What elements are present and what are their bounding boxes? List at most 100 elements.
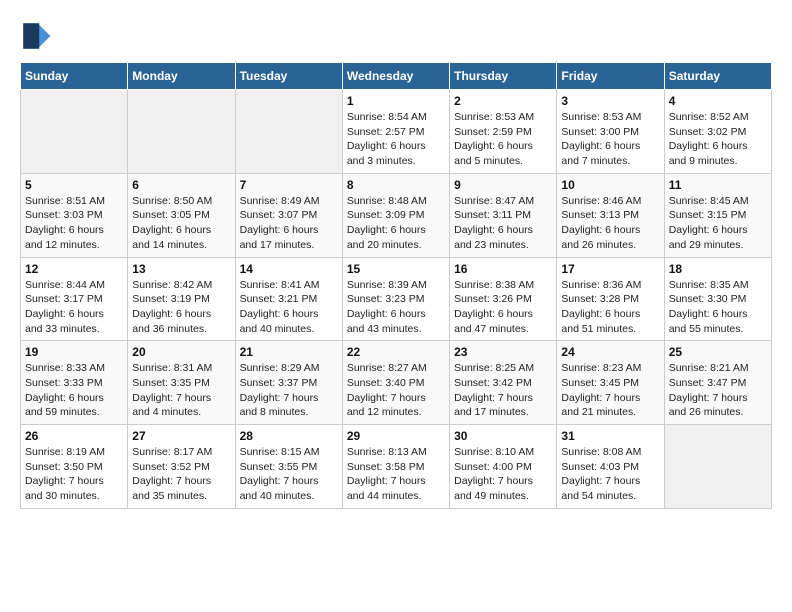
day-cell: 10 Sunrise: 8:46 AM Sunset: 3:13 PM Dayli… (557, 173, 664, 257)
week-row-1: 1Sunrise: 8:54 AM Sunset: 2:57 PM Daylig… (21, 90, 772, 174)
day-info: Sunrise: 8:17 AM Sunset: 3:52 PM Dayligh… (132, 445, 230, 504)
day-cell: 26 Sunrise: 8:19 AM Sunset: 3:50 PM Dayli… (21, 425, 128, 509)
day-cell: 7Sunrise: 8:49 AM Sunset: 3:07 PM Daylig… (235, 173, 342, 257)
day-info: Sunrise: 8:46 AM Sunset: 3:13 PM Dayligh… (561, 194, 659, 253)
day-info: Sunrise: 8:49 AM Sunset: 3:07 PM Dayligh… (240, 194, 338, 253)
day-number: 4 (669, 94, 767, 108)
day-info: Sunrise: 8:47 AM Sunset: 3:11 PM Dayligh… (454, 194, 552, 253)
day-number: 15 (347, 262, 445, 276)
day-info: Sunrise: 8:19 AM Sunset: 3:50 PM Dayligh… (25, 445, 123, 504)
day-number: 18 (669, 262, 767, 276)
day-info: Sunrise: 8:42 AM Sunset: 3:19 PM Dayligh… (132, 278, 230, 337)
day-cell: 28Sunrise: 8:15 AM Sunset: 3:55 PM Dayli… (235, 425, 342, 509)
day-cell: 29Sunrise: 8:13 AM Sunset: 3:58 PM Dayli… (342, 425, 449, 509)
day-number: 17 (561, 262, 659, 276)
day-number: 19 (25, 345, 123, 359)
day-cell (664, 425, 771, 509)
day-info: Sunrise: 8:35 AM Sunset: 3:30 PM Dayligh… (669, 278, 767, 337)
day-number: 3 (561, 94, 659, 108)
logo-icon (20, 20, 52, 52)
day-info: Sunrise: 8:44 AM Sunset: 3:17 PM Dayligh… (25, 278, 123, 337)
day-number: 25 (669, 345, 767, 359)
day-cell: 16Sunrise: 8:38 AM Sunset: 3:26 PM Dayli… (450, 257, 557, 341)
day-cell: 2 Sunrise: 8:53 AM Sunset: 2:59 PM Daylig… (450, 90, 557, 174)
week-row-4: 19 Sunrise: 8:33 AM Sunset: 3:33 PM Dayli… (21, 341, 772, 425)
day-cell: 20 Sunrise: 8:31 AM Sunset: 3:35 PM Dayli… (128, 341, 235, 425)
day-number: 11 (669, 178, 767, 192)
day-cell: 14Sunrise: 8:41 AM Sunset: 3:21 PM Dayli… (235, 257, 342, 341)
day-number: 21 (240, 345, 338, 359)
day-info: Sunrise: 8:52 AM Sunset: 3:02 PM Dayligh… (669, 110, 767, 169)
day-info: Sunrise: 8:21 AM Sunset: 3:47 PM Dayligh… (669, 361, 767, 420)
day-info: Sunrise: 8:54 AM Sunset: 2:57 PM Dayligh… (347, 110, 445, 169)
day-cell: 6 Sunrise: 8:50 AM Sunset: 3:05 PM Daylig… (128, 173, 235, 257)
day-info: Sunrise: 8:29 AM Sunset: 3:37 PM Dayligh… (240, 361, 338, 420)
day-number: 20 (132, 345, 230, 359)
day-info: Sunrise: 8:31 AM Sunset: 3:35 PM Dayligh… (132, 361, 230, 420)
day-number: 26 (25, 429, 123, 443)
day-info: Sunrise: 8:41 AM Sunset: 3:21 PM Dayligh… (240, 278, 338, 337)
day-cell: 1Sunrise: 8:54 AM Sunset: 2:57 PM Daylig… (342, 90, 449, 174)
weekday-header-friday: Friday (557, 63, 664, 90)
day-info: Sunrise: 8:51 AM Sunset: 3:03 PM Dayligh… (25, 194, 123, 253)
day-info: Sunrise: 8:23 AM Sunset: 3:45 PM Dayligh… (561, 361, 659, 420)
weekday-header-saturday: Saturday (664, 63, 771, 90)
day-number: 6 (132, 178, 230, 192)
week-row-5: 26 Sunrise: 8:19 AM Sunset: 3:50 PM Dayli… (21, 425, 772, 509)
weekday-header-tuesday: Tuesday (235, 63, 342, 90)
day-cell: 31 Sunrise: 8:08 AM Sunset: 4:03 PM Dayli… (557, 425, 664, 509)
day-cell: 18 Sunrise: 8:35 AM Sunset: 3:30 PM Dayli… (664, 257, 771, 341)
day-cell: 23 Sunrise: 8:25 AM Sunset: 3:42 PM Dayli… (450, 341, 557, 425)
day-number: 5 (25, 178, 123, 192)
day-info: Sunrise: 8:08 AM Sunset: 4:03 PM Dayligh… (561, 445, 659, 504)
week-row-2: 5 Sunrise: 8:51 AM Sunset: 3:03 PM Daylig… (21, 173, 772, 257)
logo (20, 20, 56, 52)
weekday-header-monday: Monday (128, 63, 235, 90)
day-info: Sunrise: 8:25 AM Sunset: 3:42 PM Dayligh… (454, 361, 552, 420)
weekday-header-wednesday: Wednesday (342, 63, 449, 90)
day-cell: 15 Sunrise: 8:39 AM Sunset: 3:23 PM Dayli… (342, 257, 449, 341)
day-cell: 30Sunrise: 8:10 AM Sunset: 4:00 PM Dayli… (450, 425, 557, 509)
day-number: 8 (347, 178, 445, 192)
weekday-header-row: SundayMondayTuesdayWednesdayThursdayFrid… (21, 63, 772, 90)
week-row-3: 12 Sunrise: 8:44 AM Sunset: 3:17 PM Dayli… (21, 257, 772, 341)
day-cell (128, 90, 235, 174)
day-info: Sunrise: 8:48 AM Sunset: 3:09 PM Dayligh… (347, 194, 445, 253)
day-cell: 13 Sunrise: 8:42 AM Sunset: 3:19 PM Dayli… (128, 257, 235, 341)
day-cell: 27 Sunrise: 8:17 AM Sunset: 3:52 PM Dayli… (128, 425, 235, 509)
day-info: Sunrise: 8:36 AM Sunset: 3:28 PM Dayligh… (561, 278, 659, 337)
day-info: Sunrise: 8:15 AM Sunset: 3:55 PM Dayligh… (240, 445, 338, 504)
day-info: Sunrise: 8:53 AM Sunset: 2:59 PM Dayligh… (454, 110, 552, 169)
weekday-header-sunday: Sunday (21, 63, 128, 90)
day-cell: 9 Sunrise: 8:47 AM Sunset: 3:11 PM Daylig… (450, 173, 557, 257)
day-number: 12 (25, 262, 123, 276)
day-number: 27 (132, 429, 230, 443)
day-info: Sunrise: 8:33 AM Sunset: 3:33 PM Dayligh… (25, 361, 123, 420)
page-container: SundayMondayTuesdayWednesdayThursdayFrid… (0, 0, 792, 519)
day-cell: 24Sunrise: 8:23 AM Sunset: 3:45 PM Dayli… (557, 341, 664, 425)
day-number: 30 (454, 429, 552, 443)
day-cell: 3Sunrise: 8:53 AM Sunset: 3:00 PM Daylig… (557, 90, 664, 174)
day-number: 22 (347, 345, 445, 359)
day-cell (21, 90, 128, 174)
day-cell: 21 Sunrise: 8:29 AM Sunset: 3:37 PM Dayli… (235, 341, 342, 425)
day-number: 13 (132, 262, 230, 276)
day-info: Sunrise: 8:13 AM Sunset: 3:58 PM Dayligh… (347, 445, 445, 504)
day-cell: 12 Sunrise: 8:44 AM Sunset: 3:17 PM Dayli… (21, 257, 128, 341)
day-cell: 8 Sunrise: 8:48 AM Sunset: 3:09 PM Daylig… (342, 173, 449, 257)
header (20, 20, 772, 52)
day-number: 23 (454, 345, 552, 359)
day-cell: 25 Sunrise: 8:21 AM Sunset: 3:47 PM Dayli… (664, 341, 771, 425)
day-info: Sunrise: 8:50 AM Sunset: 3:05 PM Dayligh… (132, 194, 230, 253)
day-info: Sunrise: 8:39 AM Sunset: 3:23 PM Dayligh… (347, 278, 445, 337)
day-cell: 22Sunrise: 8:27 AM Sunset: 3:40 PM Dayli… (342, 341, 449, 425)
day-number: 2 (454, 94, 552, 108)
day-number: 31 (561, 429, 659, 443)
weekday-header-thursday: Thursday (450, 63, 557, 90)
day-number: 16 (454, 262, 552, 276)
day-info: Sunrise: 8:45 AM Sunset: 3:15 PM Dayligh… (669, 194, 767, 253)
day-cell (235, 90, 342, 174)
day-cell: 11 Sunrise: 8:45 AM Sunset: 3:15 PM Dayli… (664, 173, 771, 257)
day-number: 10 (561, 178, 659, 192)
day-number: 9 (454, 178, 552, 192)
